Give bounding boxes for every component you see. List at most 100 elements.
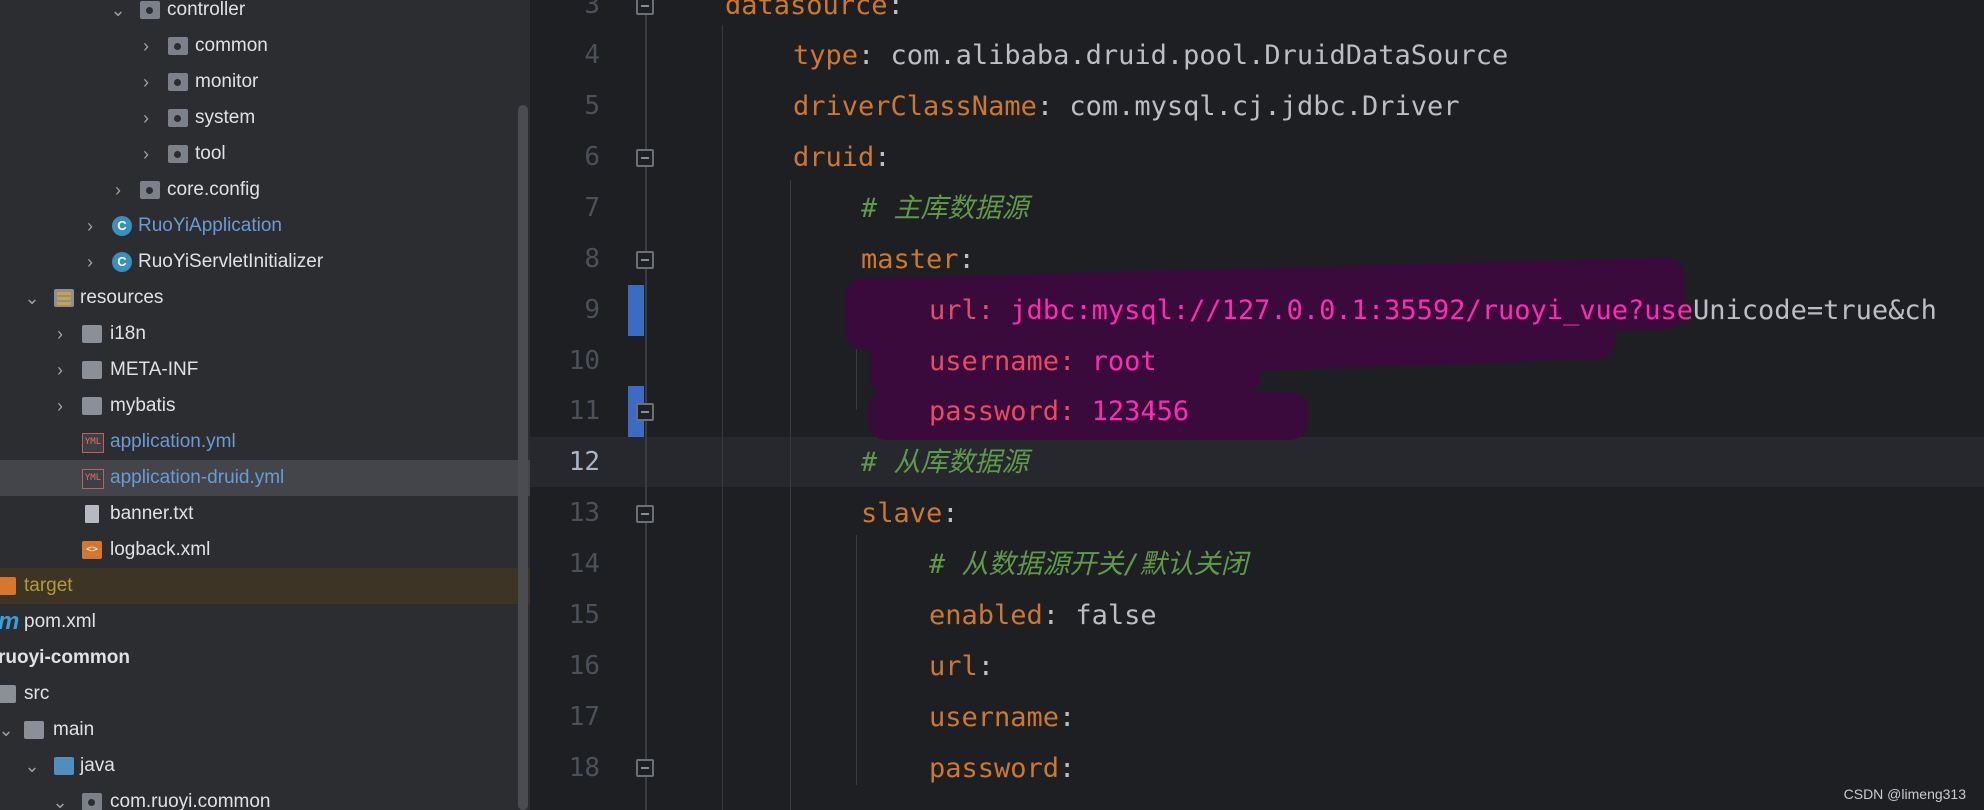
yaml-sep: :	[1059, 753, 1076, 784]
tree-scrollbar[interactable]	[518, 105, 528, 810]
line-number: 15	[568, 600, 600, 630]
indent-guide	[790, 180, 791, 810]
code-line: # 从库数据源	[861, 437, 1029, 488]
code-line: type: com.alibaba.druid.pool.DruidDataSo…	[793, 30, 1508, 81]
line-number: 5	[584, 91, 600, 121]
code-line: master:	[861, 234, 975, 285]
tree-item-controller[interactable]: ⌄ controller	[0, 0, 530, 28]
chevron-down-icon[interactable]: ⌄	[0, 718, 14, 742]
tree-item-label: controller	[167, 0, 246, 20]
tree-item-label: application-druid.yml	[110, 467, 285, 488]
indent-guide	[722, 25, 723, 810]
vcs-change-marker[interactable]	[628, 285, 644, 336]
fold-marker-icon[interactable]	[636, 0, 654, 15]
chevron-down-icon[interactable]: ⌄	[52, 790, 68, 810]
yaml-comment: # 主库数据源	[861, 193, 1029, 224]
fold-marker-icon[interactable]	[636, 759, 654, 777]
code-line: slave:	[861, 488, 959, 539]
yaml-comment: # 从库数据源	[861, 447, 1029, 478]
code-line: username:	[929, 692, 1075, 743]
tree-item-com-ruoyi-common[interactable]: ⌄ com.ruoyi.common	[0, 784, 530, 810]
watermark: CSDN @limeng313	[1843, 786, 1966, 802]
tree-item-resources[interactable]: ⌄ resources	[0, 280, 530, 316]
chevron-right-icon[interactable]: ›	[138, 142, 154, 166]
tree-item-label: com.ruoyi.common	[110, 791, 271, 810]
yaml-sep: :	[977, 651, 995, 682]
chevron-right-icon[interactable]: ›	[52, 358, 68, 382]
tree-item-application-druid-yml[interactable]: YML application-druid.yml	[0, 460, 530, 496]
folder-icon	[82, 325, 102, 343]
yaml-comment: # 从数据源开关/默认关闭	[929, 549, 1248, 580]
tree-item-target[interactable]: target	[0, 568, 530, 604]
chevron-right-icon[interactable]: ›	[52, 322, 68, 346]
resources-folder-icon	[54, 289, 74, 307]
project-tree-panel: ⌄ controller › common › monitor › system…	[0, 0, 530, 810]
tree-item-label: resources	[80, 287, 164, 308]
chevron-right-icon[interactable]: ›	[138, 70, 154, 94]
tree-item-label: common	[195, 35, 268, 56]
tree-item-i18n[interactable]: › i18n	[0, 316, 530, 352]
fold-marker-icon[interactable]	[636, 251, 654, 269]
tree-item-core-config[interactable]: › core.config	[0, 172, 530, 208]
yaml-sep: :	[858, 40, 875, 71]
tree-item-meta-inf[interactable]: › META-INF	[0, 352, 530, 388]
tree-item-monitor[interactable]: › monitor	[0, 64, 530, 100]
yaml-sep: :	[958, 244, 975, 275]
code-line: url:	[929, 641, 994, 692]
yaml-key: url	[929, 651, 978, 682]
yaml-key: driverClassName	[793, 91, 1037, 122]
yaml-key: username	[929, 702, 1060, 733]
chevron-right-icon[interactable]: ›	[110, 178, 126, 202]
tree-item-common[interactable]: › common	[0, 28, 530, 64]
tree-item-mybatis[interactable]: › mybatis	[0, 388, 530, 424]
tree-item-label: target	[24, 575, 73, 596]
tree-item-label: banner.txt	[110, 503, 194, 524]
line-number: 4	[584, 40, 600, 70]
yaml-sep: :	[1059, 396, 1076, 427]
tree-item-label: RuoYiServletInitializer	[138, 251, 324, 272]
tree-item-ruoyi-application[interactable]: › C RuoYiApplication	[0, 208, 530, 244]
tree-item-system[interactable]: › system	[0, 100, 530, 136]
line-number: 14	[568, 549, 600, 579]
tree-item-label: logback.xml	[110, 539, 211, 560]
chevron-right-icon[interactable]: ›	[82, 250, 98, 274]
chevron-right-icon[interactable]: ›	[138, 106, 154, 130]
line-number: 9	[584, 295, 600, 325]
tree-item-tool[interactable]: › tool	[0, 136, 530, 172]
chevron-right-icon[interactable]: ›	[138, 34, 154, 58]
tree-item-ruoyi-common[interactable]: ruoyi-common	[0, 640, 530, 676]
yaml-value: com.mysql.cj.jdbc.Driver	[1053, 91, 1460, 122]
yaml-value-tail: Unicode=true&ch	[1693, 295, 1937, 326]
chevron-down-icon[interactable]: ⌄	[110, 0, 126, 22]
fold-marker-icon[interactable]	[636, 505, 654, 523]
tree-item-logback-xml[interactable]: <> logback.xml	[0, 532, 530, 568]
tree-item-main[interactable]: ⌄ main	[0, 712, 530, 748]
yaml-key: master	[861, 244, 959, 275]
yml-file-icon: YML	[82, 469, 104, 489]
tree-item-pom-xml[interactable]: m pom.xml	[0, 604, 530, 640]
yaml-key: datasource	[725, 0, 888, 21]
chevron-right-icon[interactable]: ›	[52, 394, 68, 418]
code-line: # 主库数据源	[861, 183, 1029, 234]
fold-marker-icon[interactable]	[636, 403, 654, 421]
tree-item-ruoyi-servlet-initializer[interactable]: › C RuoYiServletInitializer	[0, 244, 530, 280]
tree-item-label: monitor	[195, 71, 259, 92]
yaml-key: druid	[793, 142, 875, 173]
package-icon	[168, 37, 188, 55]
tree-item-java[interactable]: ⌄ java	[0, 748, 530, 784]
line-number: 16	[568, 651, 600, 681]
text-file-icon	[85, 505, 99, 523]
code-line: datasource:	[725, 0, 904, 31]
line-number: 3	[584, 0, 600, 20]
excluded-folder-icon	[0, 577, 16, 595]
chevron-down-icon[interactable]: ⌄	[24, 754, 40, 778]
chevron-down-icon[interactable]: ⌄	[24, 286, 40, 310]
fold-marker-icon[interactable]	[636, 149, 654, 167]
tree-item-label: java	[80, 755, 115, 776]
tree-item-banner-txt[interactable]: banner.txt	[0, 496, 530, 532]
code-editor[interactable]: 3 4 5 6 7 8 9 10 11 12 13 14 15 16 17 18…	[530, 0, 1984, 810]
chevron-right-icon[interactable]: ›	[82, 214, 98, 238]
tree-item-src[interactable]: src	[0, 676, 530, 712]
line-number-current: 12	[568, 447, 600, 477]
tree-item-application-yml[interactable]: YML application.yml	[0, 424, 530, 460]
